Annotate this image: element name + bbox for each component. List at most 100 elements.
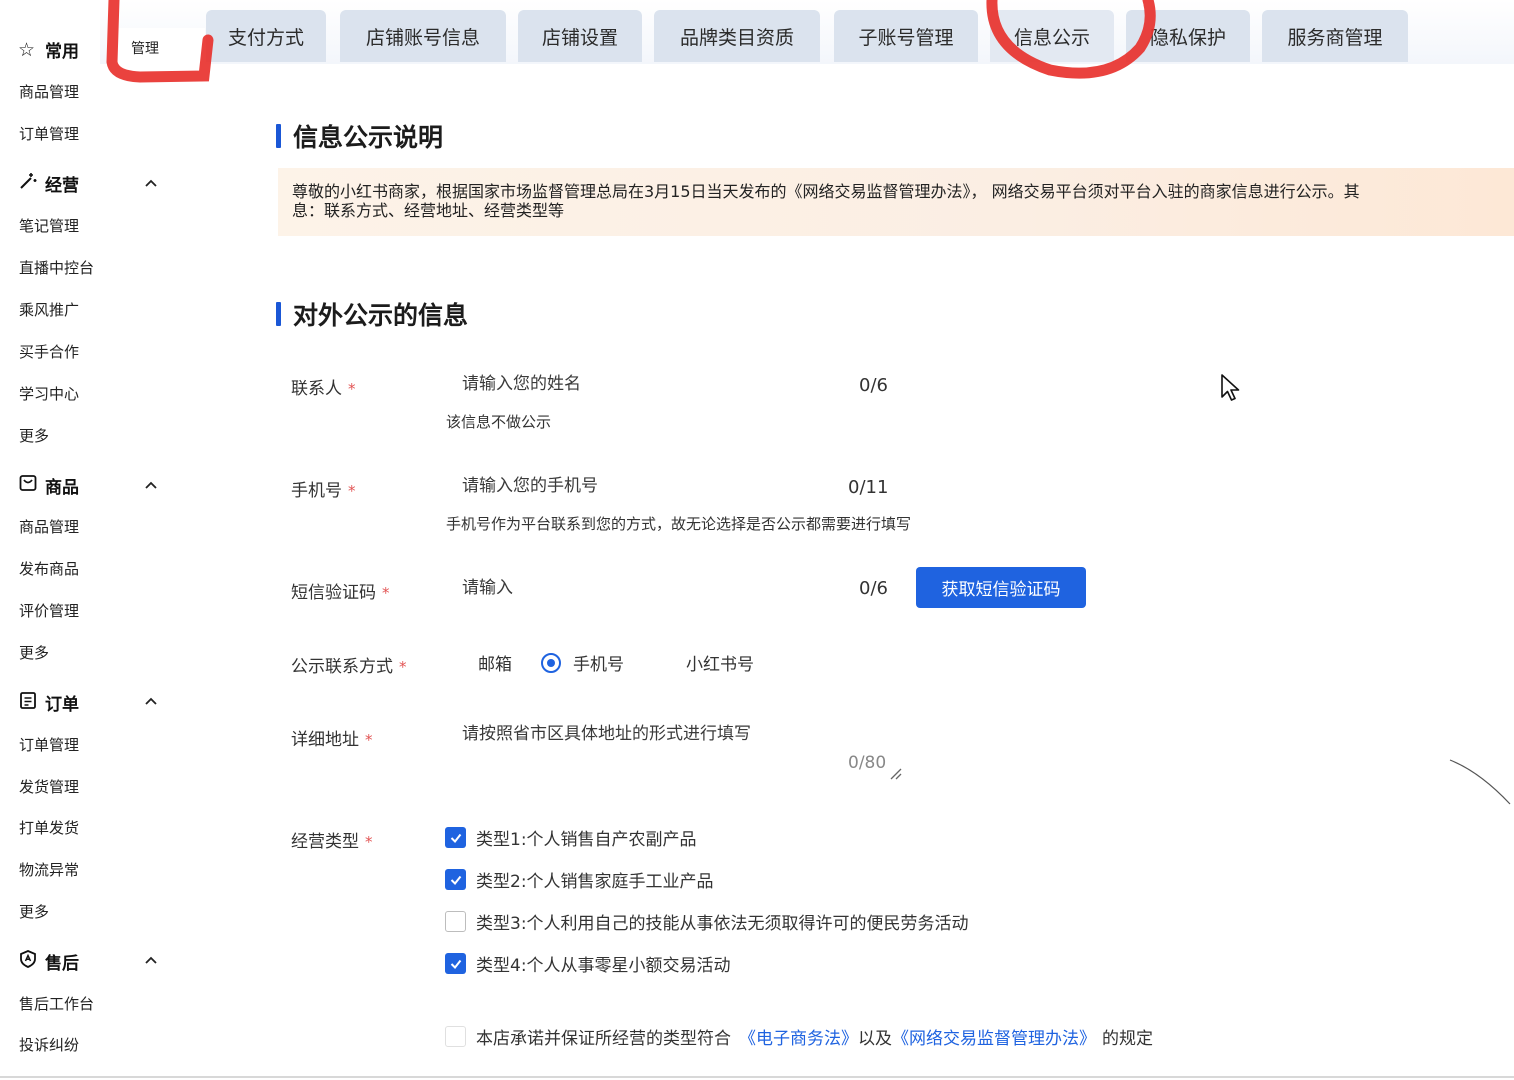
sidebar-item-more[interactable]: 更多 bbox=[19, 901, 49, 922]
phone-hint: 手机号作为平台联系到您的方式，故无论选择是否公示都需要进行填写 bbox=[446, 515, 912, 533]
sidebar-group-goods[interactable]: 商品 bbox=[18, 473, 79, 498]
radio-selected-dot bbox=[541, 652, 561, 673]
radio-email[interactable]: 邮箱 bbox=[478, 650, 512, 675]
sms-code-input[interactable] bbox=[446, 568, 836, 608]
chevron-up-icon[interactable] bbox=[144, 953, 158, 967]
required-mark: * bbox=[348, 380, 356, 398]
required-mark: * bbox=[348, 482, 356, 500]
business-type-option-3[interactable]: 类型3:个人利用自己的技能从事依法无须取得许可的便民劳务活动 bbox=[445, 909, 969, 934]
tab-payment[interactable]: 支付方式 bbox=[206, 10, 326, 62]
section-accent-bar bbox=[276, 124, 281, 148]
clipboard-icon bbox=[18, 690, 40, 715]
sidebar-item-print-ship[interactable]: 打单发货 bbox=[19, 817, 79, 838]
tab-sub-accounts[interactable]: 子账号管理 bbox=[834, 10, 978, 62]
sidebar-item-goods-manage[interactable]: 商品管理 bbox=[19, 81, 79, 102]
sidebar-item-aftersale-workbench[interactable]: 售后工作台 bbox=[19, 993, 94, 1014]
required-mark: * bbox=[382, 584, 390, 602]
get-sms-code-button[interactable]: 获取短信验证码 bbox=[916, 567, 1086, 608]
sidebar-item-publish-goods[interactable]: 发布商品 bbox=[19, 558, 79, 579]
address-label: 详细地址 * bbox=[291, 730, 373, 750]
sidebar-item-logistics-exception[interactable]: 物流异常 bbox=[19, 859, 79, 880]
checkbox-checked-icon[interactable] bbox=[445, 869, 466, 890]
magic-wand-icon bbox=[18, 171, 40, 196]
checkbox-label: 类型3:个人利用自己的技能从事依法无须取得许可的便民劳务活动 bbox=[476, 914, 969, 934]
business-type-option-1[interactable]: 类型1:个人销售自产农副产品 bbox=[445, 825, 697, 850]
sidebar-item-more[interactable]: 更多 bbox=[19, 425, 49, 446]
sidebar-item-order-manage[interactable]: 订单管理 bbox=[19, 123, 79, 144]
sidebar-item-reviews[interactable]: 评价管理 bbox=[19, 600, 79, 621]
checkbox-checked-icon[interactable] bbox=[445, 827, 466, 848]
sidebar-item-promotion[interactable]: 乘风推广 bbox=[19, 299, 79, 320]
sidebar-group-aftersale[interactable]: 售后 bbox=[18, 949, 79, 974]
radio-label: 手机号 bbox=[573, 655, 624, 675]
resize-handle-icon[interactable] bbox=[889, 767, 903, 781]
contact-count: 0/6 bbox=[859, 375, 888, 396]
sidebar-group-order[interactable]: 订单 bbox=[18, 690, 79, 715]
contact-label: 联系人 * bbox=[291, 379, 356, 399]
tab-brand-qualification[interactable]: 品牌类目资质 bbox=[654, 10, 820, 62]
chevron-up-icon[interactable] bbox=[144, 478, 158, 492]
agreement-suffix: 的规定 bbox=[1102, 1029, 1153, 1049]
tab-privacy[interactable]: 隐私保护 bbox=[1126, 10, 1250, 62]
sidebar-item-learning[interactable]: 学习中心 bbox=[19, 383, 79, 404]
checkbox-checked-icon[interactable] bbox=[445, 953, 466, 974]
sidebar-group-label: 常用 bbox=[45, 42, 79, 62]
sidebar-item-complaints[interactable]: 投诉纠纷 bbox=[19, 1034, 79, 1055]
sidebar-group-operation[interactable]: 经营 bbox=[18, 171, 79, 196]
stray-pen-stroke bbox=[1449, 759, 1511, 805]
tab-manage[interactable]: 管理 bbox=[115, 28, 205, 64]
star-icon: ☆ bbox=[18, 38, 36, 61]
ecommerce-law-link[interactable]: 《电子商务法》 bbox=[739, 1024, 858, 1049]
sidebar-item-more[interactable]: 更多 bbox=[19, 642, 49, 663]
sidebar-item-goods-manage-2[interactable]: 商品管理 bbox=[19, 516, 79, 537]
business-type-option-2[interactable]: 类型2:个人销售家庭手工业产品 bbox=[445, 867, 714, 892]
sidebar-item-shipping[interactable]: 发货管理 bbox=[19, 776, 79, 797]
sidebar-item-live-console[interactable]: 直播中控台 bbox=[19, 257, 94, 278]
agreement-middle: 以及 bbox=[858, 1029, 892, 1049]
section-title: 对外公示的信息 bbox=[293, 301, 469, 330]
business-type-label: 经营类型 * bbox=[291, 832, 373, 852]
checkbox-unchecked-icon[interactable] bbox=[445, 911, 466, 932]
agreement-row: 本店承诺并保证所经营的类型符合 《电子商务法》 以及 《网络交易监督管理办法》 … bbox=[445, 1024, 1153, 1049]
chevron-up-icon[interactable] bbox=[144, 694, 158, 708]
section-accent-bar bbox=[276, 302, 281, 326]
business-type-option-4[interactable]: 类型4:个人从事零星小额交易活动 bbox=[445, 951, 731, 976]
agreement-checkbox[interactable] bbox=[445, 1026, 466, 1047]
sidebar-group-label: 售后 bbox=[45, 954, 79, 974]
phone-count: 0/11 bbox=[848, 477, 889, 498]
tab-shop-account[interactable]: 店铺账号信息 bbox=[340, 10, 506, 62]
phone-input[interactable] bbox=[446, 466, 836, 506]
sidebar-group-label: 订单 bbox=[45, 695, 79, 715]
required-mark: * bbox=[365, 731, 373, 749]
bag-icon bbox=[18, 473, 40, 498]
checkbox-label: 类型1:个人销售自产农副产品 bbox=[476, 830, 697, 850]
tab-shop-settings[interactable]: 店铺设置 bbox=[518, 10, 642, 62]
tab-label: 管理 bbox=[131, 41, 159, 57]
sidebar-item-buyer-coop[interactable]: 买手合作 bbox=[19, 341, 79, 362]
chevron-up-icon[interactable] bbox=[144, 176, 158, 190]
checkbox-label: 类型2:个人销售家庭手工业产品 bbox=[476, 872, 714, 892]
radio-xhs-id[interactable]: 小红书号 bbox=[686, 650, 754, 675]
section-title-public-info: 对外公示的信息 bbox=[276, 296, 468, 332]
radio-phone[interactable]: 手机号 bbox=[541, 650, 624, 675]
address-textarea[interactable] bbox=[446, 714, 886, 754]
sidebar-group-label: 商品 bbox=[45, 478, 79, 498]
phone-label: 手机号 * bbox=[291, 481, 356, 501]
radio-label: 小红书号 bbox=[686, 655, 754, 675]
trade-regulation-link[interactable]: 《网络交易监督管理办法》 bbox=[892, 1024, 1096, 1049]
agreement-prefix: 本店承诺并保证所经营的类型符合 bbox=[476, 1029, 731, 1049]
sidebar-group-common[interactable]: ☆ 常用 bbox=[18, 37, 79, 63]
sidebar: ☆ 常用 商品管理 订单管理 经营 笔记管理 直播中控台 乘风推广 买手合作 学… bbox=[0, 0, 200, 1080]
sidebar-item-notes[interactable]: 笔记管理 bbox=[19, 215, 79, 236]
address-count: 0/80 bbox=[848, 753, 887, 773]
checkbox-label: 类型4:个人从事零星小额交易活动 bbox=[476, 956, 731, 976]
shield-icon bbox=[18, 949, 40, 974]
public-contact-label: 公示联系方式 * bbox=[291, 657, 407, 677]
tab-info-disclosure[interactable]: 信息公示 bbox=[990, 10, 1114, 62]
contact-name-input[interactable] bbox=[446, 364, 846, 404]
tab-service-provider[interactable]: 服务商管理 bbox=[1262, 10, 1408, 62]
notice-banner: 尊敬的小红书商家，根据国家市场监督管理总局在3月15日当天发布的《网络交易监督管… bbox=[278, 168, 1514, 236]
sms-code-count: 0/6 bbox=[859, 578, 888, 599]
notice-text-line2: 息：联系方式、经营地址、经营类型等 bbox=[292, 201, 565, 220]
sidebar-item-order-manage-2[interactable]: 订单管理 bbox=[19, 734, 79, 755]
